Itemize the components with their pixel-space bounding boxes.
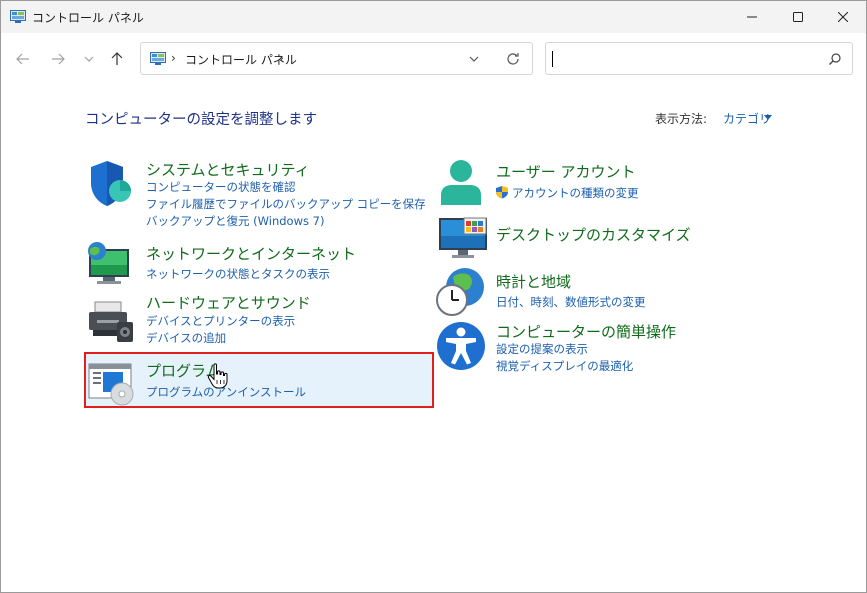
link-optimize-visual-display[interactable]: 視覚ディスプレイの最適化	[496, 358, 633, 374]
window-title: コントロール パネル	[32, 11, 144, 25]
category-system-security[interactable]: システムとセキュリティ	[146, 159, 310, 180]
close-button[interactable]	[820, 1, 866, 33]
desktop-monitor-icon[interactable]	[438, 216, 488, 260]
link-check-computer-status[interactable]: コンピューターの状態を確認	[146, 179, 296, 195]
category-user-accounts[interactable]: ユーザー アカウント	[496, 161, 635, 182]
page-heading: コンピューターの設定を調整します	[85, 112, 317, 128]
forward-arrow-icon	[52, 53, 65, 65]
forward-button[interactable]	[46, 47, 70, 71]
hand-cursor-icon	[207, 363, 228, 389]
control-panel-icon	[10, 10, 26, 23]
dropdown-arrow-icon[interactable]	[764, 115, 772, 120]
uac-shield-icon	[496, 186, 508, 199]
category-network-internet[interactable]: ネットワークとインターネット	[146, 243, 356, 264]
breadcrumb-separator[interactable]: ›	[279, 51, 284, 65]
refresh-icon[interactable]	[505, 51, 521, 67]
link-change-date-time-number[interactable]: 日付、時刻、数値形式の変更	[496, 294, 646, 310]
maximize-icon	[793, 12, 803, 22]
category-hardware-sound[interactable]: ハードウェアとサウンド	[146, 292, 311, 313]
close-icon	[838, 12, 848, 22]
search-box[interactable]	[545, 42, 853, 75]
link-file-history-backup[interactable]: ファイル履歴でファイルのバックアップ コピーを保存	[146, 196, 426, 212]
navigation-bar: › コントロール パネル ›	[1, 33, 866, 85]
clock-globe-icon[interactable]	[435, 267, 485, 317]
user-accounts-icon[interactable]	[438, 159, 484, 207]
category-ease-of-access[interactable]: コンピューターの簡単操作	[496, 321, 676, 342]
link-add-device[interactable]: デバイスの追加	[146, 330, 226, 346]
search-input[interactable]	[552, 48, 812, 69]
recent-locations-button[interactable]	[77, 47, 101, 71]
category-appearance[interactable]: デスクトップのカスタマイズ	[496, 224, 691, 245]
view-by-label: 表示方法:	[655, 112, 708, 126]
link-suggested-settings[interactable]: 設定の提案の表示	[496, 341, 588, 357]
network-globe-icon[interactable]	[85, 239, 133, 287]
back-button[interactable]	[11, 47, 35, 71]
chevron-down-icon[interactable]	[467, 52, 481, 66]
link-devices-printers[interactable]: デバイスとプリンターの表示	[146, 313, 295, 329]
search-icon[interactable]	[828, 52, 842, 66]
link-network-status[interactable]: ネットワークの状態とタスクの表示	[146, 266, 330, 282]
accessibility-icon[interactable]	[436, 321, 486, 371]
control-panel-icon	[150, 52, 166, 65]
maximize-button[interactable]	[775, 1, 821, 33]
back-arrow-icon	[16, 53, 29, 65]
printer-speaker-icon[interactable]	[87, 300, 135, 344]
link-change-account-type[interactable]: アカウントの種類の変更	[512, 185, 639, 201]
breadcrumb-separator[interactable]: ›	[171, 51, 176, 65]
control-panel-window: コントロール パネル › コントロール パネル › コンピューターの設定を調整し…	[0, 0, 867, 593]
programs-icon[interactable]	[88, 360, 136, 406]
shield-icon[interactable]	[87, 159, 135, 207]
category-clock-region[interactable]: 時計と地域	[496, 271, 571, 292]
minimize-button[interactable]	[729, 1, 775, 33]
minimize-icon	[747, 16, 757, 18]
title-bar[interactable]: コントロール パネル	[1, 1, 866, 33]
up-arrow-icon	[111, 52, 123, 65]
chevron-down-icon	[84, 56, 94, 62]
link-backup-restore[interactable]: バックアップと復元 (Windows 7)	[146, 213, 324, 229]
up-button[interactable]	[105, 47, 129, 71]
address-bar[interactable]: › コントロール パネル ›	[140, 42, 533, 75]
